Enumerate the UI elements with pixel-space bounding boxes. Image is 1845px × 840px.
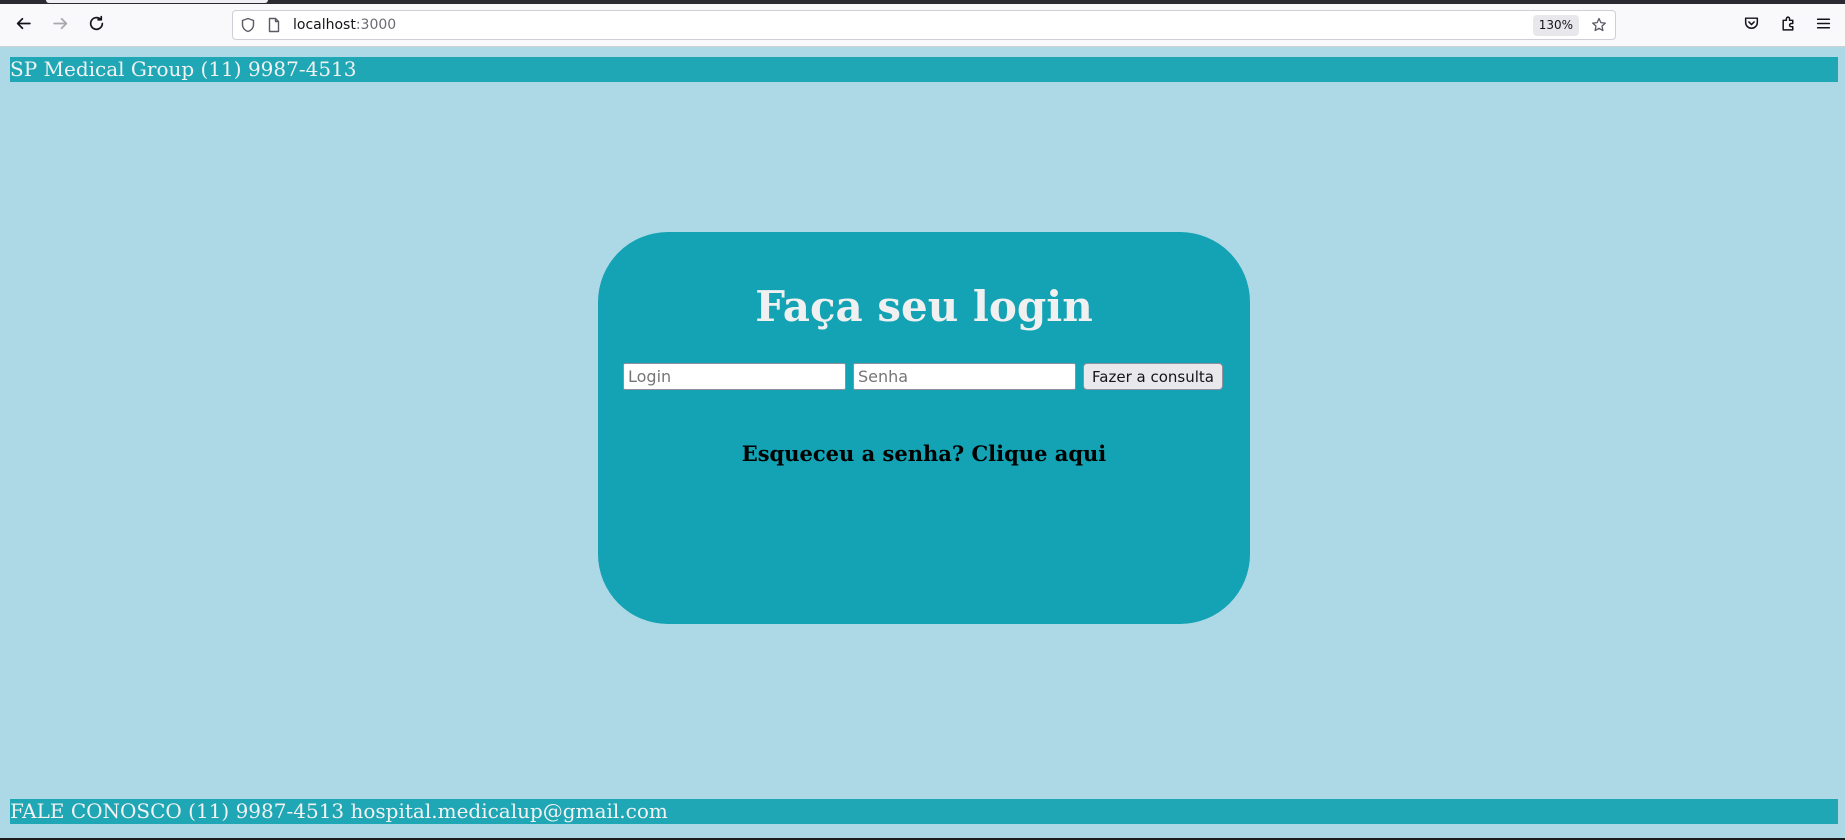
- url-host: localhost: [293, 17, 356, 33]
- pocket-button[interactable]: [1736, 10, 1766, 40]
- login-title: Faça seu login: [755, 282, 1093, 331]
- page-icon[interactable]: [266, 17, 282, 33]
- pocket-icon: [1743, 15, 1760, 36]
- reload-icon: [88, 15, 105, 36]
- header-text: SP Medical Group (11) 9987-4513: [10, 57, 357, 81]
- password-input[interactable]: [853, 363, 1076, 390]
- footer-bar: FALE CONOSCO (11) 9987-4513 hospital.med…: [10, 799, 1838, 824]
- footer-text: FALE CONOSCO (11) 9987-4513 hospital.med…: [10, 799, 668, 823]
- header-bar: SP Medical Group (11) 9987-4513: [10, 57, 1838, 82]
- hamburger-menu-icon: [1815, 15, 1832, 36]
- zoom-level-badge[interactable]: 130%: [1532, 15, 1579, 36]
- reload-button[interactable]: [81, 10, 111, 40]
- star-icon[interactable]: [1591, 17, 1607, 33]
- login-form: Fazer a consulta: [623, 363, 1243, 391]
- url-port: :3000: [355, 17, 397, 33]
- puzzle-icon: [1780, 15, 1797, 36]
- menu-button[interactable]: [1808, 10, 1838, 40]
- back-button[interactable]: [8, 10, 38, 40]
- arrow-right-icon: [52, 15, 69, 36]
- forward-button[interactable]: [45, 10, 75, 40]
- submit-button[interactable]: Fazer a consulta: [1083, 363, 1223, 390]
- login-card: Faça seu login Fazer a consulta Esqueceu…: [598, 232, 1250, 624]
- active-tab-indicator[interactable]: [46, 0, 268, 3]
- arrow-left-icon: [15, 15, 32, 36]
- browser-toolbar: localhost:3000 130%: [0, 4, 1845, 47]
- address-bar[interactable]: localhost:3000 130%: [232, 10, 1616, 40]
- shield-icon[interactable]: [240, 17, 256, 33]
- url-text[interactable]: localhost:3000: [293, 16, 396, 34]
- extensions-button[interactable]: [1773, 10, 1803, 40]
- login-input[interactable]: [623, 363, 846, 390]
- forgot-password-link[interactable]: Esqueceu a senha? Clique aqui: [598, 441, 1250, 467]
